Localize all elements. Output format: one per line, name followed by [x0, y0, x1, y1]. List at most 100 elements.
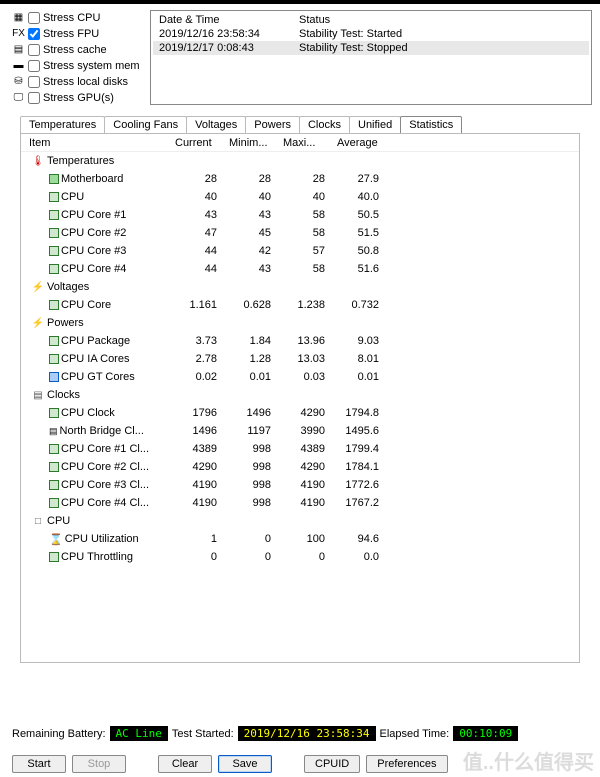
stress-option[interactable]: ⛁ Stress local disks [12, 74, 142, 89]
start-button[interactable]: Start [12, 755, 66, 773]
stats-row[interactable]: CPU Core #3 44 42 57 50.8 [21, 242, 579, 260]
row-label: CPU Core #2 [61, 227, 126, 239]
stats-row[interactable]: CPU Core #3 Cl... 4190 998 4190 1772.6 [21, 476, 579, 494]
cell-current: 4190 [171, 497, 225, 509]
cell-min: 0.628 [225, 299, 279, 311]
cell-avg: 1799.4 [333, 443, 387, 455]
tab-cooling-fans[interactable]: Cooling Fans [104, 116, 187, 133]
cell-min: 42 [225, 245, 279, 257]
elapsed-value: 00:10:09 [453, 726, 518, 741]
stats-group[interactable]: □ CPU [21, 512, 579, 530]
log-header-status: Status [293, 13, 589, 27]
cell-max: 0 [279, 551, 333, 563]
tab-powers[interactable]: Powers [245, 116, 300, 133]
tab-temperatures[interactable]: Temperatures [20, 116, 105, 133]
tab-statistics[interactable]: Statistics [400, 116, 462, 133]
stats-row[interactable]: CPU Core #4 Cl... 4190 998 4190 1767.2 [21, 494, 579, 512]
cpu-icon: □ [31, 516, 45, 527]
group-label: Temperatures [47, 155, 114, 167]
stats-row[interactable]: CPU Core #1 43 43 58 50.5 [21, 206, 579, 224]
stats-row[interactable]: CPU 40 40 40 40.0 [21, 188, 579, 206]
save-button[interactable]: Save [218, 755, 272, 773]
stats-row[interactable]: ⌛ CPU Utilization 1 0 100 94.6 [21, 530, 579, 548]
group-label: Powers [47, 317, 84, 329]
cell-current: 4290 [171, 461, 225, 473]
cell-current: 2.78 [171, 353, 225, 365]
row-label: CPU Core [61, 299, 111, 311]
stats-group[interactable]: ▤ Clocks [21, 386, 579, 404]
stats-row[interactable]: CPU Core #2 47 45 58 51.5 [21, 224, 579, 242]
tab-bar: TemperaturesCooling FansVoltagesPowersCl… [0, 113, 600, 133]
cell-current: 1496 [171, 425, 225, 437]
stats-row[interactable]: CPU Core 1.161 0.628 1.238 0.732 [21, 296, 579, 314]
clear-button[interactable]: Clear [158, 755, 212, 773]
stress-checkbox[interactable] [28, 28, 40, 40]
cell-avg: 0.01 [333, 371, 387, 383]
stress-icon: FX [12, 29, 25, 39]
log-row[interactable]: 2019/12/17 0:08:43 Stability Test: Stopp… [153, 41, 589, 55]
stress-options: ▦ Stress CPUFX Stress FPU▤ Stress cache▬… [12, 10, 142, 105]
stress-checkbox[interactable] [28, 60, 40, 72]
stress-option[interactable]: 🖵 Stress GPU(s) [12, 90, 142, 105]
row-label: CPU Utilization [65, 533, 139, 545]
preferences-button[interactable]: Preferences [366, 755, 447, 773]
cell-avg: 1784.1 [333, 461, 387, 473]
cell-current: 40 [171, 191, 225, 203]
voltages-icon: ⚡ [31, 282, 45, 293]
tab-voltages[interactable]: Voltages [186, 116, 246, 133]
col-item: Item [21, 137, 171, 149]
stress-option[interactable]: ▤ Stress cache [12, 42, 142, 57]
log-header-datetime: Date & Time [153, 13, 293, 27]
cell-max: 4290 [279, 407, 333, 419]
elapsed-label: Elapsed Time: [380, 728, 450, 740]
stats-group[interactable]: ⚡ Voltages [21, 278, 579, 296]
stress-option[interactable]: FX Stress FPU [12, 26, 142, 41]
stats-row[interactable]: CPU Clock 1796 1496 4290 1794.8 [21, 404, 579, 422]
cell-min: 998 [225, 461, 279, 473]
stats-row[interactable]: CPU IA Cores 2.78 1.28 13.03 8.01 [21, 350, 579, 368]
group-label: Voltages [47, 281, 89, 293]
stats-row[interactable]: CPU Core #4 44 43 58 51.6 [21, 260, 579, 278]
stop-button[interactable]: Stop [72, 755, 126, 773]
log-row[interactable]: 2019/12/16 23:58:34 Stability Test: Star… [153, 27, 589, 41]
row-label: CPU Core #4 [61, 263, 126, 275]
stats-row[interactable]: CPU Core #2 Cl... 4290 998 4290 1784.1 [21, 458, 579, 476]
stress-checkbox[interactable] [28, 44, 40, 56]
cell-min: 1496 [225, 407, 279, 419]
cell-current: 44 [171, 263, 225, 275]
stress-label: Stress FPU [43, 28, 99, 40]
cell-min: 998 [225, 443, 279, 455]
stats-row[interactable]: CPU Package 3.73 1.84 13.96 9.03 [21, 332, 579, 350]
stats-row[interactable]: Motherboard 28 28 28 27.9 [21, 170, 579, 188]
stress-icon: ▬ [12, 61, 25, 71]
stats-row[interactable]: ▤ North Bridge Cl... 1496 1197 3990 1495… [21, 422, 579, 440]
tab-clocks[interactable]: Clocks [299, 116, 350, 133]
stress-icon: ⛁ [12, 77, 25, 87]
powers-icon: ⚡ [31, 318, 45, 329]
stress-checkbox[interactable] [28, 92, 40, 104]
stats-group[interactable]: ⚡ Powers [21, 314, 579, 332]
cell-min: 998 [225, 497, 279, 509]
cell-current: 1796 [171, 407, 225, 419]
cpuid-button[interactable]: CPUID [304, 755, 360, 773]
stress-checkbox[interactable] [28, 76, 40, 88]
stats-row[interactable]: CPU GT Cores 0.02 0.01 0.03 0.01 [21, 368, 579, 386]
stress-label: Stress system mem [43, 60, 140, 72]
cell-avg: 9.03 [333, 335, 387, 347]
event-log: Date & Time Status 2019/12/16 23:58:34 S… [150, 10, 592, 105]
cell-current: 0.02 [171, 371, 225, 383]
stats-row[interactable]: CPU Core #1 Cl... 4389 998 4389 1799.4 [21, 440, 579, 458]
row-label: CPU Core #1 Cl... [61, 443, 149, 455]
cell-min: 28 [225, 173, 279, 185]
stress-option[interactable]: ▬ Stress system mem [12, 58, 142, 73]
stress-option[interactable]: ▦ Stress CPU [12, 10, 142, 25]
stress-checkbox[interactable] [28, 12, 40, 24]
stats-group[interactable]: 🌡 Temperatures [21, 152, 579, 170]
stats-row[interactable]: CPU Throttling 0 0 0 0.0 [21, 548, 579, 566]
log-datetime: 2019/12/16 23:58:34 [153, 27, 293, 41]
battery-label: Remaining Battery: [12, 728, 106, 740]
cell-current: 0 [171, 551, 225, 563]
tab-unified[interactable]: Unified [349, 116, 401, 133]
col-average: Average [333, 137, 387, 149]
col-minimum: Minim... [225, 137, 279, 149]
